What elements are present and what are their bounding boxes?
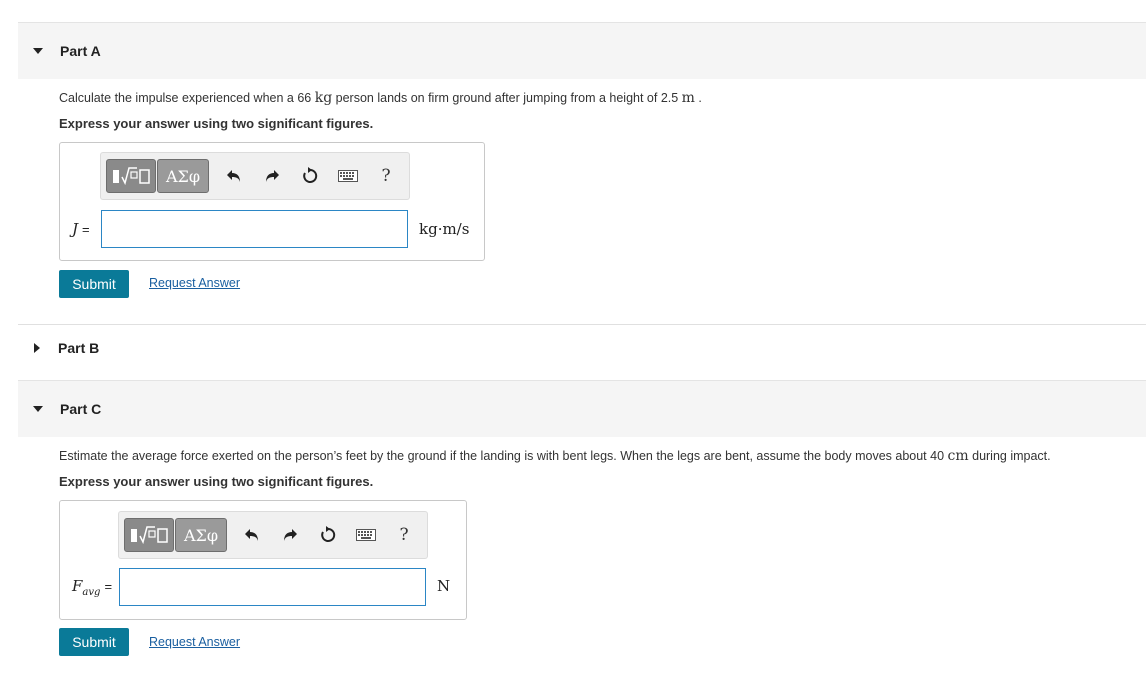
- variable-subscript: avg: [82, 587, 101, 598]
- question-text: person lands on firm ground after jumpin…: [332, 91, 682, 105]
- reset-button[interactable]: [309, 518, 347, 552]
- redo-button[interactable]: [253, 159, 291, 193]
- reset-icon: [303, 167, 318, 183]
- help-button[interactable]: ?: [367, 159, 405, 193]
- question-text: during impact.: [968, 449, 1051, 463]
- part-b-title: Part B: [58, 340, 100, 356]
- equals-sign: =: [104, 579, 113, 594]
- part-c-request-answer-link[interactable]: Request Answer: [149, 635, 240, 649]
- collapse-caret-icon[interactable]: [33, 48, 43, 54]
- redo-icon: [266, 170, 280, 182]
- part-c-question: Estimate the average force exerted on th…: [59, 448, 1051, 464]
- units-label: N: [437, 577, 451, 595]
- undo-icon: [227, 170, 241, 182]
- undo-button[interactable]: [215, 159, 253, 193]
- part-a-submit-button[interactable]: Submit: [59, 270, 129, 298]
- distance-unit: cm: [947, 448, 969, 464]
- greek-symbols-button[interactable]: ΑΣφ: [175, 518, 228, 552]
- templates-button[interactable]: [106, 159, 156, 193]
- part-a-request-answer-link[interactable]: Request Answer: [149, 276, 240, 290]
- undo-icon: [245, 529, 259, 541]
- keyboard-button[interactable]: [329, 159, 367, 193]
- greek-symbols-button[interactable]: ΑΣφ: [157, 159, 210, 193]
- units-label: kg·m/s: [419, 220, 470, 238]
- keyboard-icon: [338, 170, 359, 182]
- templates-button[interactable]: [124, 518, 174, 552]
- height-unit: m: [681, 90, 695, 106]
- variable-label: Favg =: [72, 577, 112, 598]
- redo-button[interactable]: [271, 518, 309, 552]
- impulse-answer-input[interactable]: [101, 210, 408, 248]
- help-button[interactable]: ?: [385, 518, 423, 552]
- part-a-answer-box: ΑΣφ ? J = kg·m/s: [59, 142, 485, 261]
- part-c-submit-button[interactable]: Submit: [59, 628, 129, 656]
- keyboard-button[interactable]: [347, 518, 385, 552]
- question-text: Calculate the impulse experienced when a…: [59, 91, 315, 105]
- part-a-header[interactable]: Part A: [18, 22, 1146, 79]
- equals-sign: =: [82, 222, 90, 237]
- part-c-instruction: Express your answer using two significan…: [59, 474, 374, 489]
- question-text: .: [694, 91, 702, 105]
- divider: [18, 324, 1146, 325]
- math-toolbar: ΑΣφ ?: [100, 152, 410, 200]
- part-a-instruction: Express your answer using two significan…: [59, 116, 374, 131]
- part-a-question: Calculate the impulse experienced when a…: [59, 90, 702, 106]
- reset-button[interactable]: [291, 159, 329, 193]
- math-toolbar: ΑΣφ ?: [118, 511, 428, 559]
- force-answer-input[interactable]: [119, 568, 426, 606]
- question-text: Estimate the average force exerted on th…: [59, 449, 948, 463]
- reset-icon: [321, 526, 336, 542]
- expand-caret-icon[interactable]: [34, 343, 40, 353]
- keyboard-icon: [356, 529, 377, 541]
- part-a-title: Part A: [60, 43, 101, 59]
- part-c-answer-box: ΑΣφ ? Favg = N: [59, 500, 467, 620]
- undo-button[interactable]: [233, 518, 271, 552]
- part-b-header[interactable]: Part B: [18, 326, 1146, 370]
- variable-symbol: J: [72, 220, 79, 238]
- collapse-caret-icon[interactable]: [33, 406, 43, 412]
- templates-icon: [113, 167, 150, 186]
- templates-icon: [131, 526, 168, 545]
- variable-label: J =: [72, 220, 90, 238]
- redo-icon: [284, 529, 298, 541]
- part-c-title: Part C: [60, 401, 102, 417]
- mass-unit: kg: [314, 90, 333, 106]
- variable-symbol: F: [72, 577, 83, 595]
- part-c-header[interactable]: Part C: [18, 380, 1146, 437]
